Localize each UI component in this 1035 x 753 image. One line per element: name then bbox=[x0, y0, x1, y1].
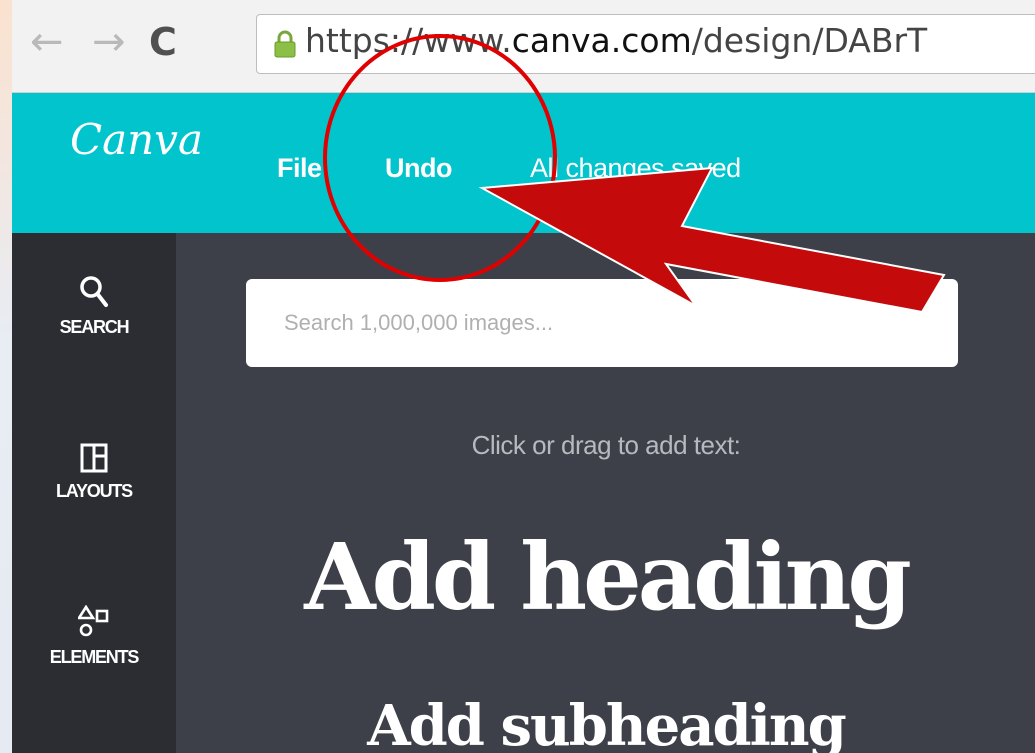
sidebar-item-search[interactable]: SEARCH bbox=[12, 275, 176, 338]
sidebar-item-label: LAYOUTS bbox=[56, 481, 133, 501]
text-panel: Click or drag to add text: Add heading A… bbox=[176, 233, 1035, 753]
sidebar-item-label: SEARCH bbox=[59, 317, 130, 337]
forward-arrow-icon[interactable]: → bbox=[92, 22, 126, 62]
sidebar-item-layouts[interactable]: LAYOUTS bbox=[12, 443, 176, 502]
add-text-hint: Click or drag to add text: bbox=[471, 430, 741, 460]
canva-header: Canva File Undo All changes saved bbox=[12, 93, 1035, 233]
url-host: canva.com bbox=[511, 21, 692, 60]
reload-icon[interactable]: C bbox=[149, 22, 177, 62]
sidebar-item-label: ELEMENTS bbox=[49, 647, 140, 667]
app-window: ← → C https://www.canva.com/design/DABrT… bbox=[12, 0, 1035, 753]
search-icon bbox=[80, 276, 108, 307]
layouts-icon bbox=[80, 443, 108, 473]
sidebar-item-elements[interactable]: ELEMENTS bbox=[12, 605, 176, 668]
undo-button[interactable]: Undo bbox=[385, 153, 452, 184]
address-bar[interactable]: https://www.canva.com/design/DABrT bbox=[256, 14, 1035, 74]
elements-icon bbox=[78, 605, 109, 637]
back-arrow-icon[interactable]: ← bbox=[30, 22, 64, 62]
sidebar: SEARCH LAYOUTS ELEMENTS bbox=[12, 233, 176, 753]
url-scheme: https://www. bbox=[305, 21, 512, 60]
file-menu[interactable]: File bbox=[277, 153, 322, 184]
lock-icon bbox=[274, 30, 296, 58]
save-status: All changes saved bbox=[530, 153, 741, 183]
canva-logo[interactable]: Canva bbox=[70, 115, 203, 164]
url-text: https://www.canva.com/design/DABrT bbox=[305, 21, 927, 60]
add-subheading-button[interactable]: Add subheading bbox=[176, 693, 1035, 753]
browser-toolbar: ← → C https://www.canva.com/design/DABrT bbox=[12, 0, 1035, 93]
url-path: /design/DABrT bbox=[691, 21, 928, 60]
add-heading-button[interactable]: Add heading bbox=[176, 523, 1035, 631]
image-search-input[interactable] bbox=[246, 279, 958, 367]
